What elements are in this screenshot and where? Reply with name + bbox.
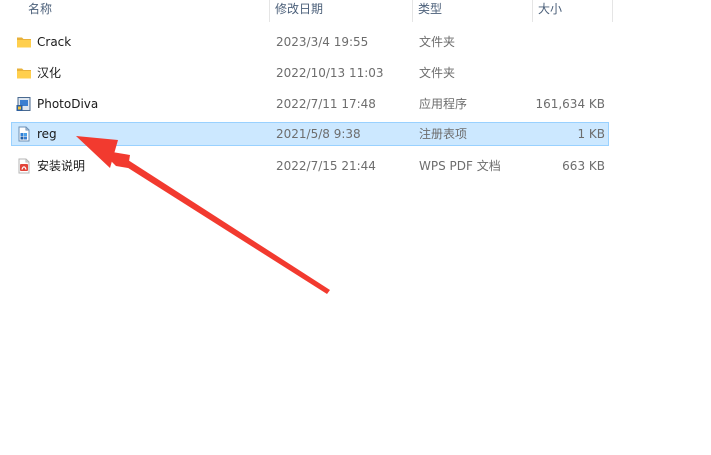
file-size: 1 KB bbox=[577, 127, 605, 141]
folder-icon bbox=[17, 37, 31, 48]
file-type: 文件夹 bbox=[419, 66, 456, 80]
file-type: 文件夹 bbox=[419, 35, 456, 49]
file-name: 安装说明 bbox=[37, 159, 86, 173]
file-name: reg bbox=[37, 127, 57, 141]
registry-file-icon bbox=[18, 126, 30, 142]
file-type: 应用程序 bbox=[419, 97, 468, 111]
file-row-selected[interactable]: reg 2021/5/8 9:38 注册表项 1 KB bbox=[11, 122, 609, 146]
file-date: 2021/5/8 9:38 bbox=[276, 127, 361, 141]
arrow-shaft bbox=[125, 160, 330, 294]
file-date: 2022/7/15 21:44 bbox=[276, 159, 376, 173]
file-name: PhotoDiva bbox=[37, 97, 99, 111]
pdf-file-icon bbox=[18, 158, 30, 174]
folder-icon bbox=[17, 68, 31, 79]
file-explorer-list: 名称 修改日期 类型 大小 Crack 2023/3/4 19:55 文件夹 汉… bbox=[0, 0, 711, 455]
column-divider[interactable] bbox=[612, 0, 613, 22]
file-type: 注册表项 bbox=[419, 127, 468, 141]
file-name: Crack bbox=[37, 35, 72, 49]
column-type-header[interactable]: 类型 bbox=[412, 0, 532, 22]
column-size-header[interactable]: 大小 bbox=[532, 0, 612, 22]
column-name-header[interactable]: 名称 bbox=[22, 0, 268, 22]
file-row[interactable]: PhotoDiva 2022/7/11 17:48 应用程序 161,634 K… bbox=[11, 92, 609, 116]
file-size: 161,634 KB bbox=[535, 97, 605, 111]
file-date: 2022/7/11 17:48 bbox=[276, 97, 376, 111]
file-row[interactable]: 汉化 2022/10/13 11:03 文件夹 bbox=[11, 61, 609, 85]
file-type: WPS PDF 文档 bbox=[419, 159, 501, 173]
file-date: 2022/10/13 11:03 bbox=[276, 66, 384, 80]
file-name: 汉化 bbox=[37, 66, 62, 80]
column-date-header[interactable]: 修改日期 bbox=[269, 0, 412, 22]
application-icon bbox=[16, 97, 31, 111]
file-date: 2023/3/4 19:55 bbox=[276, 35, 369, 49]
column-header: 名称 修改日期 类型 大小 bbox=[0, 0, 711, 22]
file-row[interactable]: Crack 2023/3/4 19:55 文件夹 bbox=[11, 30, 609, 54]
file-row[interactable]: 安装说明 2022/7/15 21:44 WPS PDF 文档 663 KB bbox=[11, 154, 609, 178]
file-size: 663 KB bbox=[562, 159, 605, 173]
